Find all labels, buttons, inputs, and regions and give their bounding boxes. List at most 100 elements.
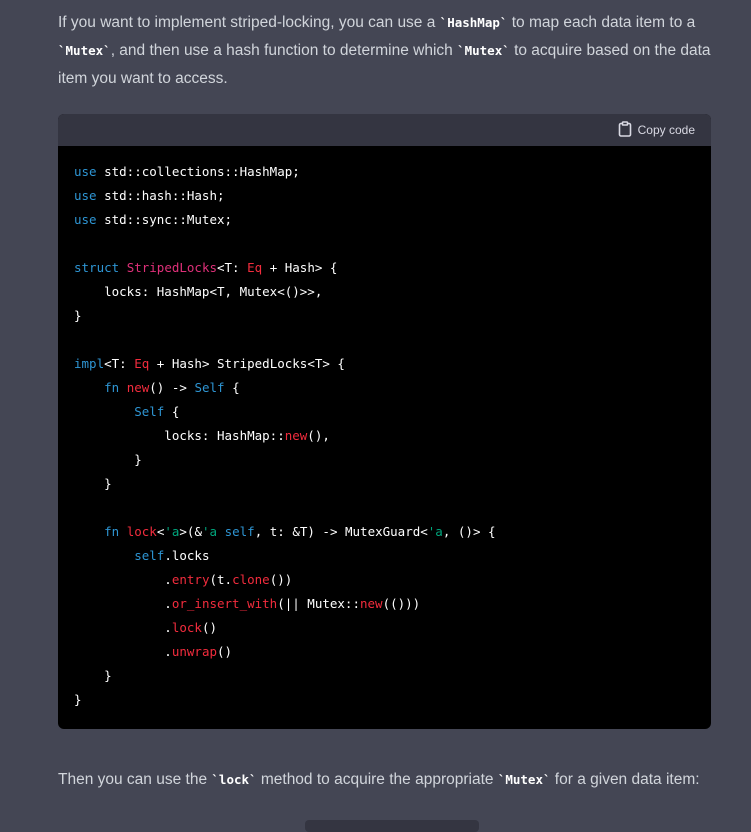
- code-block: Copy code use std::collections::HashMap;…: [58, 114, 711, 729]
- outro-text-2: method to acquire the appropriate: [256, 771, 498, 788]
- code-token: {: [164, 404, 180, 419]
- code-token: self: [224, 524, 255, 539]
- code-token: StripedLocks: [126, 260, 217, 275]
- code-token: }: [74, 308, 82, 323]
- code-line: fn lock<'a>(&'a self, t: &T) -> MutexGua…: [74, 520, 695, 544]
- code-line: struct StripedLocks<T: Eq + Hash> {: [74, 256, 695, 280]
- code-line: Self {: [74, 400, 695, 424]
- code-line: }: [74, 472, 695, 496]
- outro-paragraph: Then you can use the `lock` method to ac…: [58, 766, 713, 794]
- code-token: 'a: [201, 524, 218, 539]
- code-token: (): [217, 644, 233, 659]
- code-line: .unwrap(): [74, 640, 695, 664]
- code-token: <T:: [104, 356, 135, 371]
- code-token: use: [74, 212, 97, 227]
- code-line: fn new() -> Self {: [74, 376, 695, 400]
- code-token: or_insert_with: [171, 596, 278, 611]
- code-token: }: [74, 476, 112, 491]
- code-token: 'a: [164, 524, 180, 539]
- code-token: }: [74, 452, 142, 467]
- code-block-header: Copy code: [58, 114, 711, 146]
- code-token: + Hash> StripedLocks<T> {: [149, 356, 345, 371]
- code-token: <T:: [217, 260, 248, 275]
- code-token: fn: [104, 524, 120, 539]
- code-token: (),: [307, 428, 330, 443]
- code-token: .: [74, 620, 172, 635]
- code-token: (): [201, 620, 218, 635]
- code-line: self.locks: [74, 544, 695, 568]
- code-line: }: [74, 448, 695, 472]
- code-line: }: [74, 664, 695, 688]
- code-token: Self: [134, 404, 165, 419]
- code-token: .: [74, 572, 172, 587]
- outro-text-3: for a given data item:: [550, 771, 700, 788]
- code-token: .: [74, 644, 172, 659]
- code-content: use std::collections::HashMap; use std::h…: [58, 146, 711, 712]
- code-token: (t.: [209, 572, 233, 587]
- code-token: new: [126, 380, 150, 395]
- code-token: new: [360, 596, 383, 611]
- inline-code-mutex-2: `Mutex`: [457, 43, 510, 58]
- code-token: () ->: [149, 380, 195, 395]
- intro-text-3: , and then use a hash function to determ…: [110, 42, 458, 59]
- code-token: use: [74, 164, 97, 179]
- code-token: impl: [74, 356, 105, 371]
- code-token: locks: HashMap<T, Mutex<()>>,: [74, 284, 323, 299]
- code-token: ()): [269, 572, 293, 587]
- code-line: impl<T: Eq + Hash> StripedLocks<T> {: [74, 352, 695, 376]
- code-token: , t: &T) -> MutexGuard<: [254, 524, 428, 539]
- inline-code-mutex: `Mutex`: [58, 43, 111, 58]
- next-code-block-tab: [305, 820, 479, 832]
- code-token: unwrap: [171, 644, 217, 659]
- code-token: use: [74, 188, 97, 203]
- intro-text-2: to map each data item to a: [507, 14, 696, 31]
- code-token: (|| Mutex::: [277, 596, 360, 611]
- code-line: .or_insert_with(|| Mutex::new(())): [74, 592, 695, 616]
- code-line: locks: HashMap<T, Mutex<()>>,: [74, 280, 695, 304]
- inline-code-mutex-3: `Mutex`: [497, 772, 551, 787]
- code-token: new: [284, 428, 308, 443]
- code-token: std::hash::Hash;: [96, 188, 225, 203]
- code-token: + Hash> {: [262, 260, 338, 275]
- intro-paragraph: If you want to implement striped-locking…: [58, 9, 713, 93]
- code-token: {: [224, 380, 240, 395]
- inline-code-lock: `lock`: [211, 772, 257, 787]
- code-line: use std::collections::HashMap;: [74, 160, 695, 184]
- code-token: std::collections::HashMap;: [96, 164, 300, 179]
- code-line: }: [74, 304, 695, 328]
- code-token: self: [134, 548, 165, 563]
- code-line: use std::hash::Hash;: [74, 184, 695, 208]
- code-token: , ()> {: [442, 524, 496, 539]
- code-token: lock: [126, 524, 157, 539]
- code-token: locks: HashMap::: [74, 428, 285, 443]
- copy-code-button[interactable]: Copy code: [618, 120, 695, 140]
- code-token: Eq: [134, 356, 150, 371]
- code-token: struct: [74, 260, 120, 275]
- code-token: .: [74, 596, 172, 611]
- code-token: >(&: [179, 524, 202, 539]
- code-line: use std::sync::Mutex;: [74, 208, 695, 232]
- code-line: .entry(t.clone()): [74, 568, 695, 592]
- code-token: }: [74, 692, 82, 707]
- code-token: .locks: [164, 548, 210, 563]
- inline-code-hashmap: `HashMap`: [439, 15, 508, 30]
- code-line: }: [74, 688, 695, 712]
- code-line: .lock(): [74, 616, 695, 640]
- copy-code-label: Copy code: [637, 123, 695, 137]
- code-token: (())): [382, 596, 421, 611]
- code-token: lock: [171, 620, 202, 635]
- code-token: clone: [232, 572, 270, 587]
- outro-text-1: Then you can use the: [58, 771, 212, 788]
- clipboard-icon: [618, 120, 632, 140]
